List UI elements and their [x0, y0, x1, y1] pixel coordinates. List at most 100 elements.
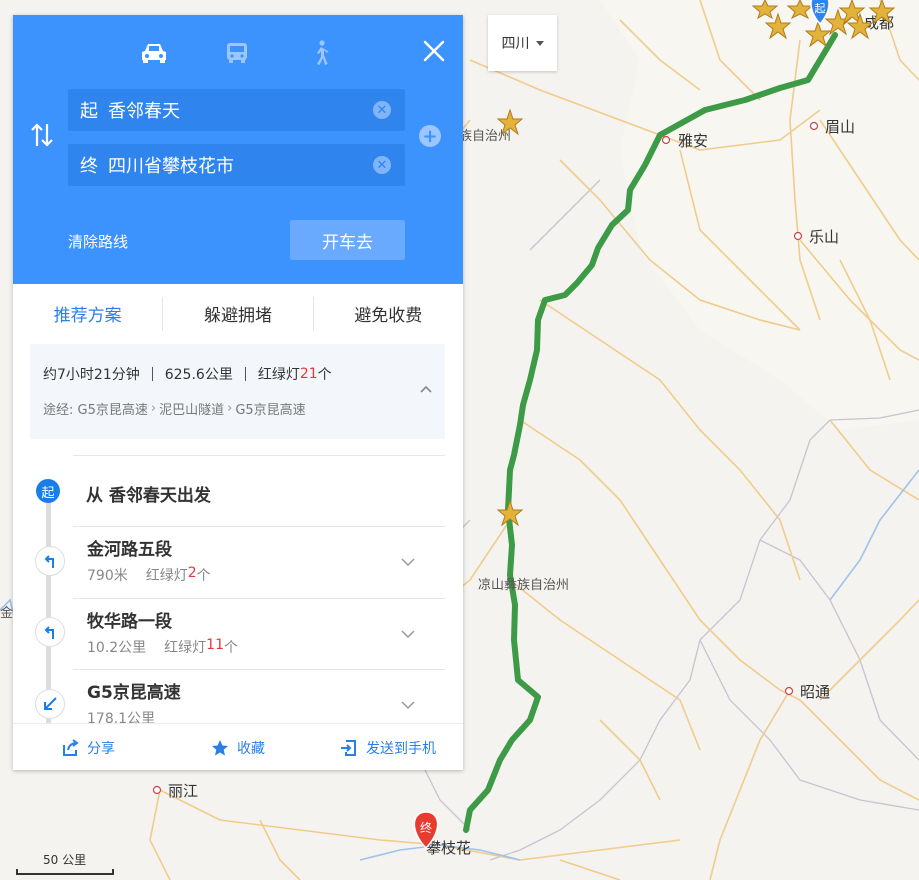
traffic-lights-label: 红绿灯 [257, 367, 300, 383]
route-step[interactable]: G5京昆高速 178.1公里 [73, 669, 445, 723]
route-panel: + 起 香邻春天 ✕ 终 四川省攀枝花市 ✕ 清除路线 开车去 推荐方案 躲避拥… [13, 15, 463, 770]
city-label-lijiang[interactable]: 丽江 [168, 782, 198, 800]
city-dot-zhaotong [784, 686, 794, 696]
map-scale-bar: 50 公里 [16, 851, 114, 875]
close-icon[interactable] [418, 35, 450, 67]
route-via: 途经: G5京昆高速 › 泥巴山隧道 › G5京昆高速 [43, 399, 306, 418]
timeline-line [46, 485, 51, 723]
tab-recommended[interactable]: 推荐方案 [13, 297, 162, 329]
walk-mode-button[interactable] [305, 37, 337, 69]
step-distance: 178.1公里 [87, 711, 156, 723]
city-label-meishan[interactable]: 眉山 [825, 118, 855, 136]
drive-mode-button[interactable] [138, 37, 170, 69]
send-to-phone-icon [341, 739, 356, 756]
share-label: 分享 [87, 740, 115, 757]
city-label-panzhihua[interactable]: 攀枝花 [426, 839, 471, 857]
bus-mode-button[interactable] [221, 37, 253, 69]
bus-icon [227, 43, 247, 63]
chevron-right-icon: › [150, 401, 157, 416]
tab-avoid-tolls[interactable]: 避免收费 [314, 297, 463, 329]
star-icon [212, 739, 228, 755]
chevron-down-icon[interactable] [401, 700, 415, 710]
turn-left-icon [35, 617, 65, 647]
step-lights-unit: 个 [196, 568, 211, 584]
route-step[interactable]: 金河路五段 790米 红绿灯 2 个 [73, 526, 445, 598]
start-marker-label: 起 [815, 2, 826, 15]
favorite-button[interactable]: 收藏 [163, 724, 313, 771]
merge-left-icon [35, 689, 65, 719]
clear-end-icon[interactable]: ✕ [373, 156, 391, 174]
region-select-value: 四川 [501, 36, 530, 52]
step-lights-count: 11 [206, 637, 224, 653]
region-label-liangshan: 凉山彝族自治州 [478, 577, 569, 593]
chevron-right-icon: › [227, 401, 233, 416]
step-meta: 790米 红绿灯 2 个 [87, 565, 211, 585]
turn-left-icon [35, 546, 65, 576]
divider [73, 455, 445, 456]
share-icon [63, 738, 79, 756]
route-duration: 约7小时21分钟 [43, 367, 140, 383]
swap-icon[interactable] [29, 120, 55, 150]
city-label-zhaotong[interactable]: 昭通 [800, 683, 830, 701]
city-dot-lijiang [152, 785, 162, 795]
traffic-lights-unit: 个 [317, 367, 332, 383]
step-meta: 178.1公里 [87, 708, 155, 723]
route-summary-stats: 约7小时21分钟 625.6公里 红绿灯 21 个 [43, 364, 332, 384]
step-lights-label: 红绿灯 [145, 568, 188, 584]
chevron-down-icon[interactable] [401, 629, 415, 639]
start-field[interactable]: 起 香邻春天 ✕ [68, 89, 405, 131]
share-button[interactable]: 分享 [13, 724, 163, 771]
divider [151, 367, 153, 381]
via-road: G5京昆高速 [235, 403, 306, 418]
clear-start-icon[interactable]: ✕ [373, 101, 391, 119]
step-distance: 790米 [87, 568, 128, 584]
chevron-up-icon[interactable] [419, 382, 433, 396]
end-field-tag: 终 [80, 156, 98, 177]
plus-icon: + [422, 125, 438, 147]
via-road: 泥巴山隧道 [159, 403, 225, 418]
route-summary[interactable]: 约7小时21分钟 625.6公里 红绿灯 21 个 途经: G5京昆高速 › 泥巴山… [30, 344, 445, 439]
step-road-name: 牧华路一段 [87, 612, 172, 632]
city-label-yaan[interactable]: 雅安 [678, 132, 708, 150]
walk-icon [317, 40, 329, 65]
send-to-phone-button[interactable]: 发送到手机 [313, 724, 463, 771]
end-field-value[interactable]: 四川省攀枝花市 [108, 152, 234, 178]
step-lights-count: 2 [187, 565, 197, 581]
favorite-label: 收藏 [237, 740, 265, 757]
region-select[interactable]: 四川 [488, 15, 557, 71]
route-distance: 625.6公里 [164, 367, 233, 383]
city-dot-yaan [661, 135, 671, 145]
end-marker-label: 终 [420, 820, 432, 835]
city-dot-meishan [809, 121, 819, 131]
step-lights-unit: 个 [224, 640, 238, 656]
send-to-phone-label: 发送到手机 [366, 740, 436, 757]
traffic-lights-count: 21 [299, 366, 318, 382]
route-step[interactable]: 牧华路一段 10.2公里 红绿灯 11 个 [73, 598, 445, 670]
step-distance: 10.2公里 [87, 640, 147, 656]
step-meta: 10.2公里 红绿灯 11 个 [87, 637, 238, 657]
start-field-tag: 起 [80, 101, 98, 122]
route-steps: 起 从 香邻春天出发 金河路五段 790米 红绿灯 2 个 牧华路一段 10.2公里… [13, 455, 463, 723]
panel-footer: 分享 收藏 发送到手机 [13, 723, 463, 771]
scale-label: 50 公里 [43, 853, 87, 867]
chevron-down-icon[interactable] [401, 557, 415, 567]
scale-line [16, 869, 114, 875]
add-waypoint-button[interactable]: + [419, 125, 441, 147]
step-road-name: 金河路五段 [87, 540, 172, 560]
tab-avoid-congestion[interactable]: 躲避拥堵 [163, 297, 312, 329]
clear-route-link[interactable]: 清除路线 [68, 231, 128, 252]
start-driving-button[interactable]: 开车去 [290, 220, 405, 260]
step-road-name: G5京昆高速 [87, 683, 181, 703]
city-label-leshan[interactable]: 乐山 [809, 228, 839, 246]
divider [244, 367, 246, 381]
start-step-text: 从 香邻春天出发 [86, 486, 211, 506]
via-road: G5京昆高速 [77, 403, 148, 418]
panel-header: + 起 香邻春天 ✕ 终 四川省攀枝花市 ✕ 清除路线 开车去 [13, 15, 463, 284]
car-icon [142, 44, 166, 63]
start-badge: 起 [36, 479, 60, 503]
caret-down-icon [535, 40, 544, 46]
step-lights-label: 红绿灯 [164, 640, 207, 656]
route-option-tabs: 推荐方案 躲避拥堵 避免收费 [13, 297, 463, 331]
end-field[interactable]: 终 四川省攀枝花市 ✕ [68, 144, 405, 186]
start-field-value[interactable]: 香邻春天 [108, 97, 180, 123]
